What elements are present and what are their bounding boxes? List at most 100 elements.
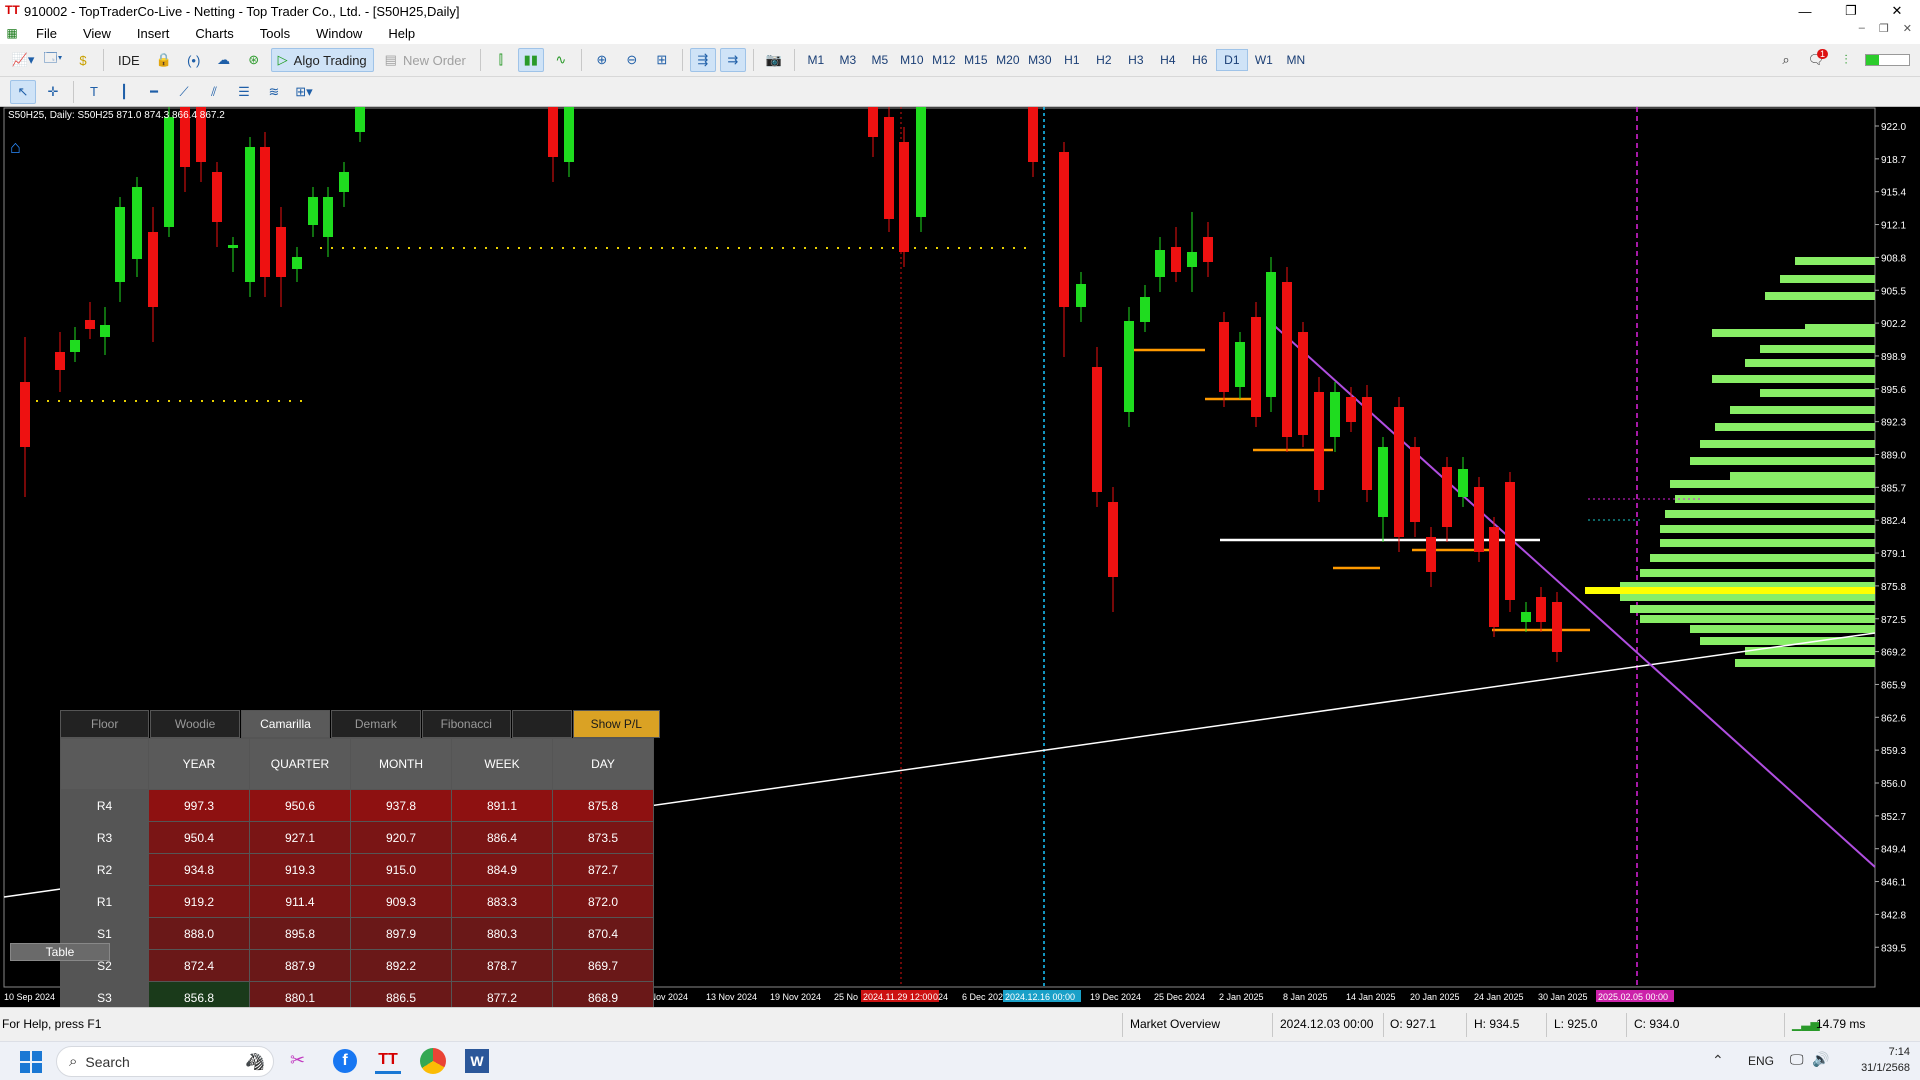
vertical-line-icon[interactable]: ┃ [111,80,137,104]
clock-time[interactable]: 7:14 [1870,1046,1910,1058]
profiles-icon[interactable]: 🗔▾ [40,48,66,72]
timeframe-d1[interactable]: D1 [1215,49,1248,71]
chevron-up-icon[interactable]: ⌃ [1712,1052,1724,1069]
algo-trading-button[interactable]: ▷ Algo Trading [270,48,374,72]
table-button[interactable]: Table [10,943,110,961]
minimize-button[interactable]: — [1782,0,1828,22]
text-tool-icon[interactable]: T [81,80,107,104]
pivot-row-label: R1 [60,885,149,918]
cloud-icon[interactable]: ☁ [211,48,237,72]
lock-icon[interactable]: 🔒 [151,48,177,72]
timeframe-m1[interactable]: M1 [800,49,832,71]
volume-icon[interactable]: 🔊 [1812,1051,1829,1068]
search-box[interactable]: ⌕ Search 🦓 [56,1046,274,1077]
pivot-row-s2: S2 872.4 887.9 892.2 878.7 869.7 [60,949,654,982]
word-icon[interactable]: W [465,1049,489,1073]
timeframe-h6[interactable]: H6 [1184,49,1216,71]
screenshot-icon[interactable]: 📷 [761,48,787,72]
column-header: WEEK [451,738,553,790]
app-logo-icon: TT [5,3,20,17]
menu-charts[interactable]: Charts [183,26,247,41]
market-icon[interactable]: $ [70,48,96,72]
chrome-icon[interactable] [420,1048,446,1074]
home-icon[interactable]: ⌂ [10,137,21,158]
zoom-in-icon[interactable]: ⊕ [589,48,615,72]
candlestick-icon[interactable]: ▮▮ [517,48,544,72]
trend-line-icon[interactable]: ⟋ [171,80,197,104]
ide-button[interactable]: IDE [111,48,147,72]
timeframe-m5[interactable]: M5 [864,49,896,71]
tab-demark[interactable]: Demark [331,710,421,738]
menu-window[interactable]: Window [304,26,376,41]
candle-body [1458,469,1468,497]
tab-blank[interactable] [511,710,572,738]
search-icon[interactable]: ⌕ [1773,48,1799,72]
show-pl-button[interactable]: Show P/L [572,710,660,738]
gann-icon[interactable]: ≋ [261,80,287,104]
timeframe-w1[interactable]: W1 [1248,49,1280,71]
notifications-icon[interactable]: 🗨 1 [1803,48,1829,72]
menu-help[interactable]: Help [376,26,429,41]
doc-restore-button[interactable]: ❐ [1879,22,1889,35]
timeframe-m3[interactable]: M3 [832,49,864,71]
network-icon[interactable]: 🖵 [1790,1051,1804,1068]
start-icon[interactable] [20,1051,42,1073]
menu-view[interactable]: View [71,26,125,41]
bar-low: L: 925.0 [1554,1017,1598,1031]
bar-open: O: 927.1 [1390,1017,1437,1031]
cursor-icon[interactable]: ↖ [10,79,36,104]
profile-name[interactable]: Market Overview [1130,1017,1220,1031]
zoom-out-icon[interactable]: ⊖ [619,48,645,72]
tab-woodie[interactable]: Woodie [150,710,240,738]
tab-floor[interactable]: Floor [60,710,150,738]
tab-camarilla[interactable]: Camarilla [240,710,331,738]
vps-icon[interactable]: ⊛ [241,48,267,72]
bar-chart-icon[interactable]: ⫿ [488,48,514,72]
snipping-tool-icon[interactable]: ✂ [290,1050,305,1071]
timeframe-h4[interactable]: H4 [1152,49,1184,71]
price-label: 879.1 [1881,549,1906,560]
doc-minimize-button[interactable]: – [1859,22,1865,35]
timeframe-m12[interactable]: M12 [928,49,960,71]
timeframe-m10[interactable]: M10 [896,49,928,71]
price-chart[interactable]: 922.0 918.7 915.4 912.1 908.8 905.5 902.2 898.9… [0,107,1920,1046]
candle-body [276,227,286,277]
tab-fibonacci[interactable]: Fibonacci [421,710,511,738]
grid-icon[interactable]: ⊞ [649,48,675,72]
shapes-icon[interactable]: ⊞▾ [291,80,317,104]
timeframe-h2[interactable]: H2 [1088,49,1120,71]
candle-body [70,340,80,352]
timeframe-h1[interactable]: H1 [1056,49,1088,71]
channel-icon[interactable]: ⫽ [201,80,227,104]
language-indicator[interactable]: ENG [1748,1054,1774,1068]
clock-date[interactable]: 31/1/2568 [1856,1062,1910,1074]
horizontal-line-icon[interactable]: ━ [141,80,167,104]
toptrader-icon[interactable]: TT [375,1048,401,1074]
fibonacci-icon[interactable]: ☰ [231,80,257,104]
close-button[interactable]: ✕ [1874,0,1920,22]
facebook-icon[interactable]: f [333,1049,357,1073]
maximize-button[interactable]: ❐ [1828,0,1874,22]
signal-icon[interactable]: (•) [181,48,207,72]
menu-file[interactable]: File [24,26,71,41]
timeframe-h3[interactable]: H3 [1120,49,1152,71]
timeframe-m15[interactable]: M15 [960,49,992,71]
zebra-icon: 🦓 [245,1053,265,1071]
timeframe-m30[interactable]: M30 [1024,49,1056,71]
new-chart-icon[interactable]: 📈▾ [10,48,36,72]
connection-meter [1865,54,1910,66]
new-order-button[interactable]: ▤ New Order [378,48,473,72]
candle-body [548,107,558,157]
chart-shift-icon[interactable]: ⇉ [719,48,746,72]
line-chart-icon[interactable]: ∿ [548,48,574,72]
crosshair-icon[interactable]: ✛ [40,80,66,104]
candle-body [212,172,222,222]
doc-close-button[interactable]: ✕ [1903,22,1912,35]
menu-insert[interactable]: Insert [125,26,184,41]
pivot-table: YEAR QUARTER MONTH WEEK DAY R4 997.3 950.6… [60,738,654,1046]
timeframe-mn[interactable]: MN [1280,49,1312,71]
timeframe-m20[interactable]: M20 [992,49,1024,71]
autoscroll-icon[interactable]: ⇶ [689,48,716,72]
pivot-cell: 920.7 [350,821,452,854]
menu-tools[interactable]: Tools [248,26,304,41]
